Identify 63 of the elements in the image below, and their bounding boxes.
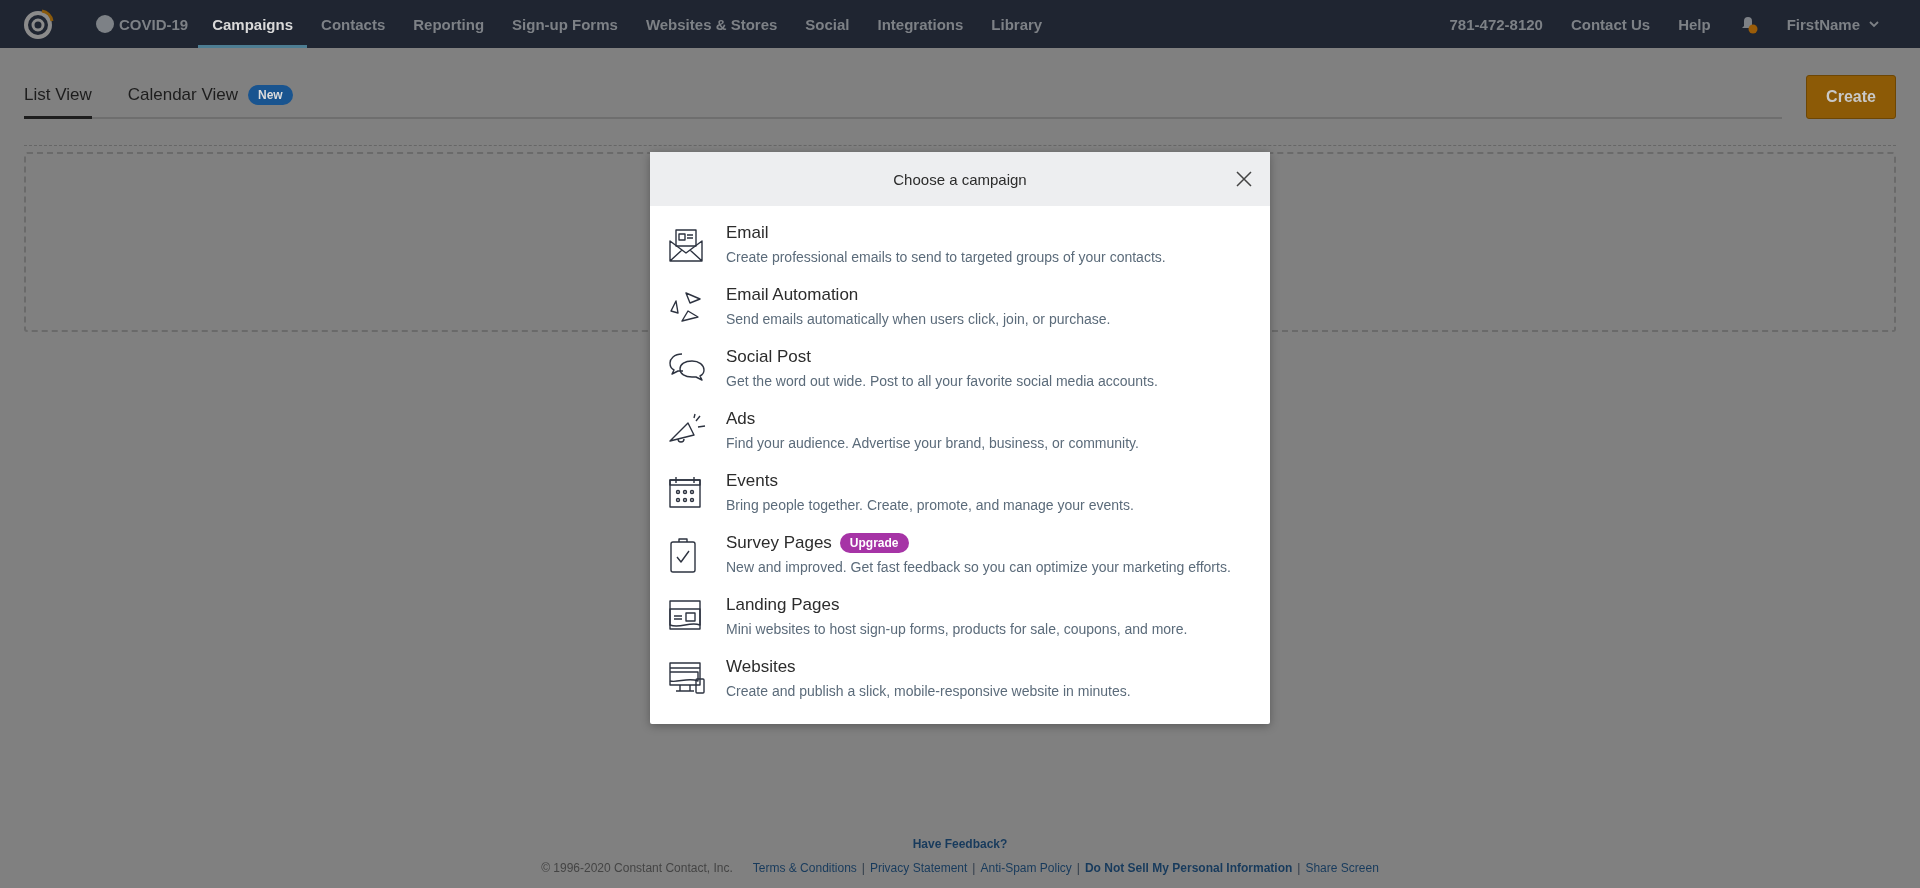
- nav-tab[interactable]: Contacts: [307, 0, 400, 48]
- nav-tab[interactable]: Websites & Stores: [631, 0, 792, 48]
- option-title: Events: [726, 471, 778, 491]
- web-page-icon: [668, 599, 702, 631]
- desktop-and-phone-icon: [668, 661, 706, 695]
- option-title: Landing Pages: [726, 595, 840, 615]
- nav-tab[interactable]: Reporting: [399, 0, 499, 48]
- option-title: Email Automation: [726, 285, 859, 305]
- campaign-option[interactable]: Ads Find your audience. Advertise your brand, business, or community.: [668, 404, 1250, 466]
- clipboard-check-icon: [668, 537, 698, 573]
- nav-tab[interactable]: Social: [791, 0, 864, 48]
- option-title: Survey Pages: [726, 533, 832, 553]
- option-description: Find your audience. Advertise your brand, business, or community.: [726, 434, 1139, 453]
- footer-link[interactable]: Do Not Sell My Personal Information: [1084, 861, 1293, 875]
- option-description: Create professional emails to send to targeted groups of your contacts.: [726, 248, 1166, 267]
- option-description: New and improved. Get fast feedback so you can optimize your marketing efforts.: [726, 558, 1231, 577]
- create-button[interactable]: Create: [1806, 75, 1896, 119]
- footer-link[interactable]: Share Screen: [1305, 861, 1379, 875]
- user-menu[interactable]: FirstName: [1772, 0, 1894, 48]
- campaign-option[interactable]: Websites Create and publish a slick, mobile-responsive website in minutes.: [668, 652, 1250, 714]
- nav-tab[interactable]: Sign-up Forms: [498, 0, 632, 48]
- separator: |: [1076, 861, 1080, 875]
- option-title: Email: [726, 223, 769, 243]
- footer-link[interactable]: Terms & Conditions: [752, 861, 857, 875]
- nav-tab[interactable]: Integrations: [863, 0, 978, 48]
- view-tab[interactable]: List View: [24, 85, 92, 119]
- campaign-option[interactable]: Survey Pages Upgrade New and improved. Get fast feedback so you can optimize your marketing efforts.: [668, 528, 1250, 590]
- calendar-icon: [668, 475, 702, 509]
- covid-link[interactable]: COVID-19: [96, 15, 189, 33]
- copyright-text: © 1996-2020 Constant Contact, Inc.: [541, 861, 733, 875]
- separator: |: [972, 861, 976, 875]
- help-link[interactable]: Help: [1664, 0, 1725, 48]
- dialog-title: Choose a campaign: [893, 170, 1027, 188]
- campaign-option[interactable]: Events Bring people together. Create, promote, and manage your events.: [668, 466, 1250, 528]
- logo-icon: [22, 7, 56, 41]
- phone-number: 781-472-8120: [1448, 15, 1544, 33]
- nav-tab[interactable]: Library: [977, 0, 1057, 48]
- chat-bubbles-icon: [668, 351, 706, 383]
- feedback-link[interactable]: Have Feedback?: [912, 837, 1008, 851]
- separator: |: [861, 861, 865, 875]
- campaign-option[interactable]: Email Create professional emails to send to targeted groups of your contacts.: [668, 218, 1250, 280]
- campaign-option[interactable]: Social Post Get the word out wide. Post to all your favorite social media accounts.: [668, 342, 1250, 404]
- contact-us-link[interactable]: Contact Us: [1556, 0, 1665, 48]
- option-title: Websites: [726, 657, 796, 677]
- option-description: Get the word out wide. Post to all your favorite social media accounts.: [726, 372, 1158, 391]
- footer-link[interactable]: Privacy Statement: [869, 861, 968, 875]
- option-description: Create and publish a slick, mobile-responsive website in minutes.: [726, 682, 1131, 701]
- option-description: Bring people together. Create, promote, and manage your events.: [726, 496, 1134, 515]
- footer-link[interactable]: Anti-Spam Policy: [980, 861, 1072, 875]
- option-title: Ads: [726, 409, 756, 429]
- upgrade-badge: Upgrade: [839, 533, 909, 553]
- envelope-icon: [668, 227, 704, 263]
- campaign-option[interactable]: Landing Pages Mini websites to host sign-up forms, products for sale, coupons, and more.: [668, 590, 1250, 652]
- close-button[interactable]: [1234, 169, 1254, 189]
- option-description: Send emails automatically when users click, join, or purchase.: [726, 310, 1111, 329]
- campaign-option[interactable]: Email Automation Send emails automatically when users click, join, or purchase.: [668, 280, 1250, 342]
- nav-tab[interactable]: Campaigns: [198, 0, 308, 48]
- option-description: Mini websites to host sign-up forms, products for sale, coupons, and more.: [726, 620, 1188, 639]
- option-title: Social Post: [726, 347, 812, 367]
- view-tab[interactable]: Calendar View New: [127, 85, 293, 119]
- new-badge: New: [248, 85, 293, 105]
- separator: |: [1297, 861, 1301, 875]
- chevron-down-icon: [1868, 20, 1880, 28]
